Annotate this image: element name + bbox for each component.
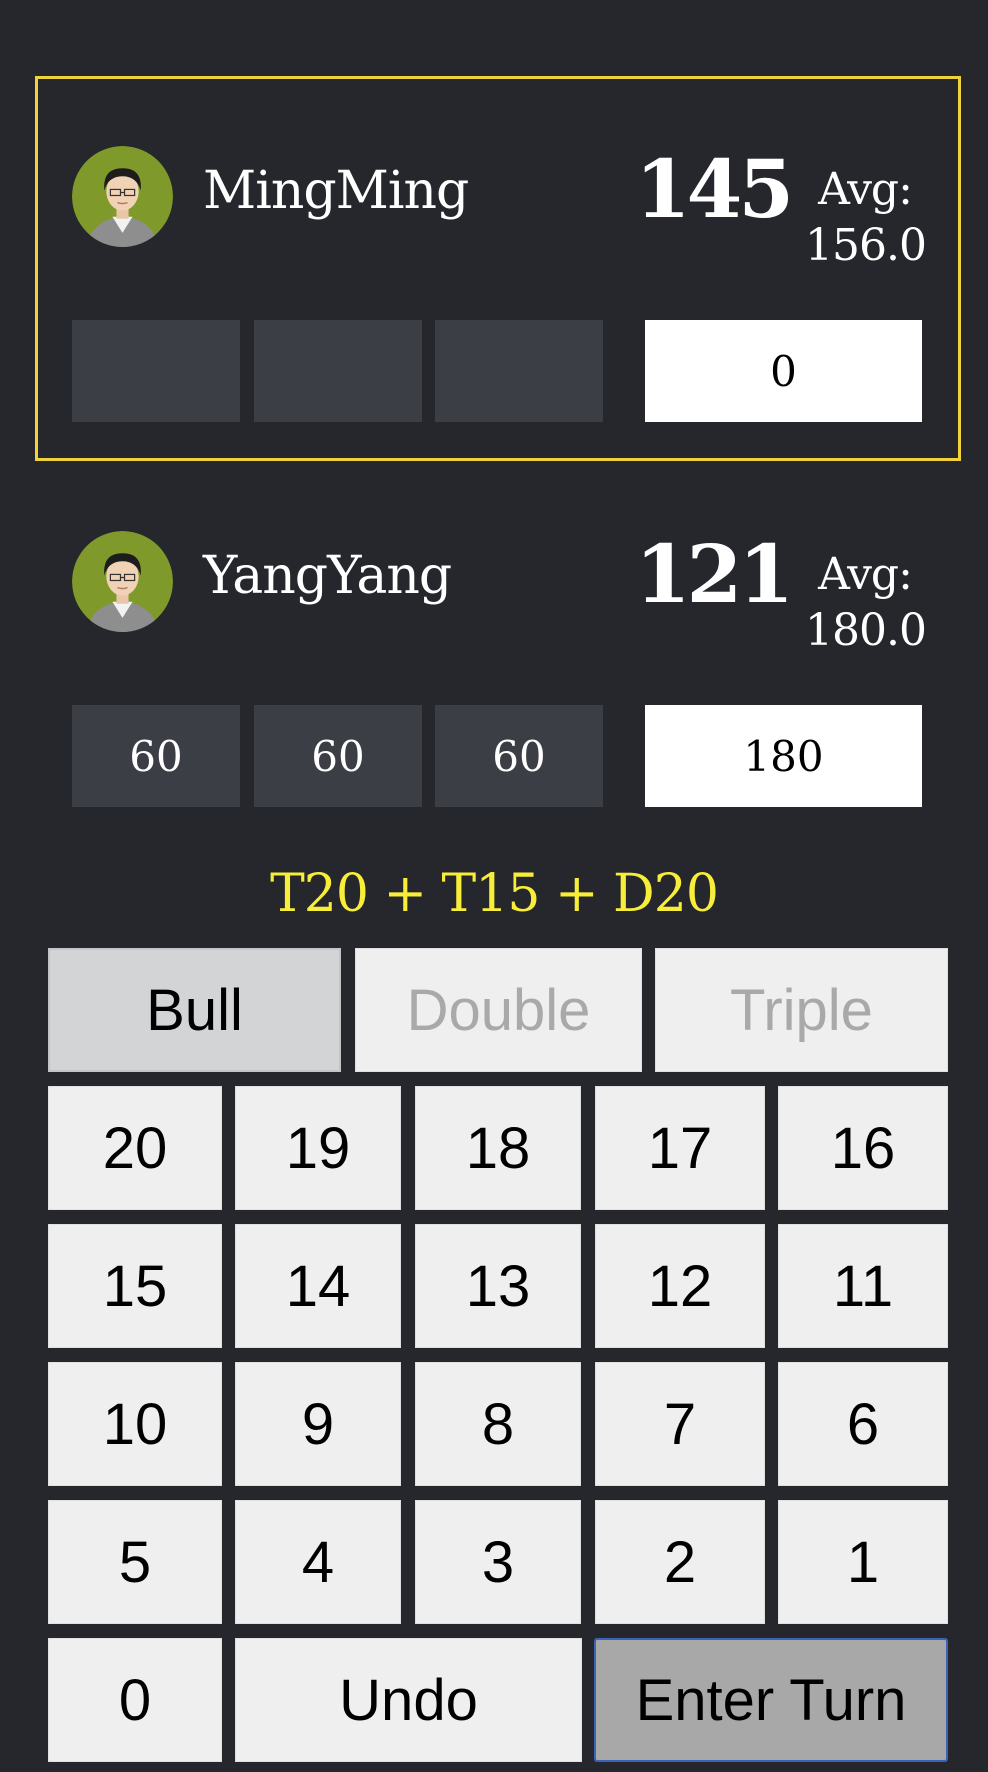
zero-button[interactable]: 0: [48, 1638, 222, 1762]
dart-1-score: 60: [72, 705, 240, 807]
remaining-score: 145: [635, 142, 794, 236]
number-button-5[interactable]: 5: [48, 1500, 222, 1624]
number-button-20[interactable]: 20: [48, 1086, 222, 1210]
number-button-15[interactable]: 15: [48, 1224, 222, 1348]
number-button-3[interactable]: 3: [415, 1500, 581, 1624]
player-name: YangYang: [203, 546, 452, 606]
dart-3-score: 60: [435, 705, 603, 807]
double-button[interactable]: Double: [355, 948, 642, 1072]
avatar: [72, 531, 173, 632]
avg-value: 156.0: [805, 220, 927, 271]
number-button-18[interactable]: 18: [415, 1086, 581, 1210]
turn-total: 0: [645, 320, 922, 422]
number-button-10[interactable]: 10: [48, 1362, 222, 1486]
bull-button[interactable]: Bull: [48, 948, 341, 1072]
avg-value: 180.0: [805, 605, 927, 656]
avg-label: Avg:: [818, 549, 913, 600]
number-button-16[interactable]: 16: [778, 1086, 948, 1210]
dart-1-score: [72, 320, 240, 422]
enter-turn-button[interactable]: Enter Turn: [594, 1638, 948, 1762]
number-button-11[interactable]: 11: [778, 1224, 948, 1348]
dart-2-score: [254, 320, 422, 422]
avatar: [72, 146, 173, 247]
number-button-17[interactable]: 17: [595, 1086, 765, 1210]
number-button-8[interactable]: 8: [415, 1362, 581, 1486]
triple-button[interactable]: Triple: [655, 948, 948, 1072]
player-card-mingming: MingMing 145 Avg: 156.0 0: [35, 76, 961, 461]
checkout-hint: T20 + T15 + D20: [270, 864, 719, 924]
number-button-13[interactable]: 13: [415, 1224, 581, 1348]
turn-total: 180: [645, 705, 922, 807]
number-button-4[interactable]: 4: [235, 1500, 401, 1624]
remaining-score: 121: [635, 527, 794, 621]
number-button-7[interactable]: 7: [595, 1362, 765, 1486]
dart-3-score: [435, 320, 603, 422]
number-button-14[interactable]: 14: [235, 1224, 401, 1348]
undo-button[interactable]: Undo: [235, 1638, 582, 1762]
number-button-1[interactable]: 1: [778, 1500, 948, 1624]
number-button-12[interactable]: 12: [595, 1224, 765, 1348]
average: Avg: 156.0: [805, 162, 927, 274]
avg-label: Avg:: [818, 164, 913, 215]
average: Avg: 180.0: [805, 547, 927, 659]
player-card-yangyang: YangYang 121 Avg: 180.0 60 60 60 180: [35, 461, 961, 846]
number-button-19[interactable]: 19: [235, 1086, 401, 1210]
number-button-9[interactable]: 9: [235, 1362, 401, 1486]
number-button-2[interactable]: 2: [595, 1500, 765, 1624]
dart-2-score: 60: [254, 705, 422, 807]
number-button-6[interactable]: 6: [778, 1362, 948, 1486]
player-name: MingMing: [203, 161, 469, 221]
